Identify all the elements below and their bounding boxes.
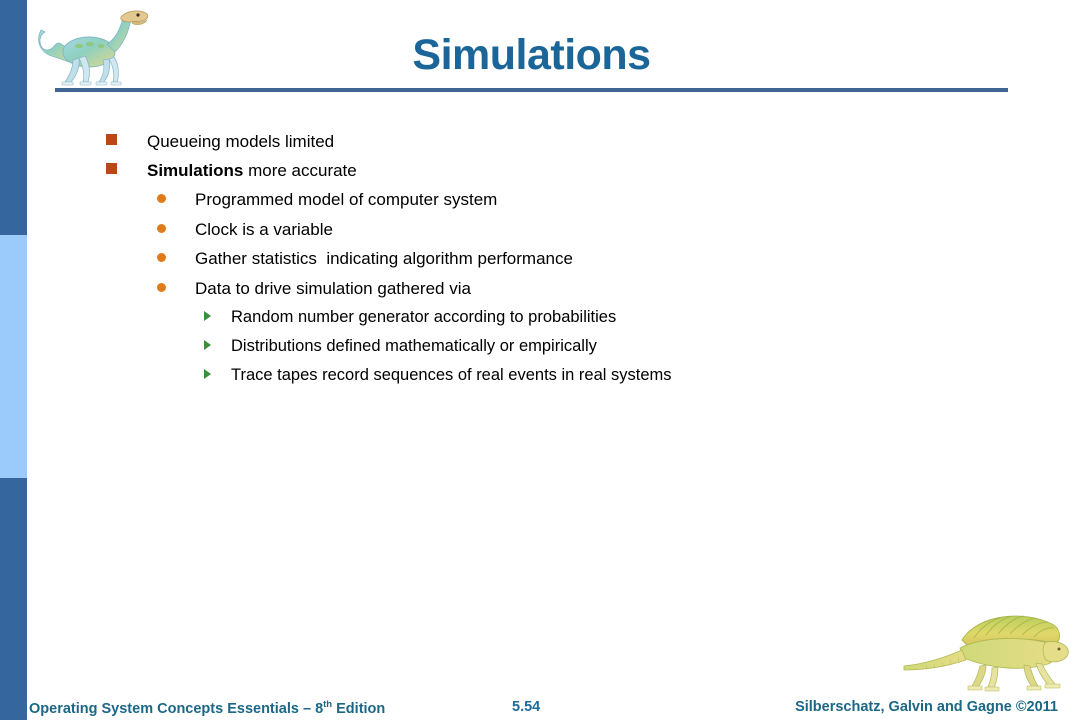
square-bullet-icon xyxy=(106,134,117,145)
list-item-label: Simulations more accurate xyxy=(147,161,357,181)
slide-body-bullet-list: Queueing models limited Simulations more… xyxy=(0,132,1080,395)
triangle-bullet-icon xyxy=(204,369,211,379)
list-item: Clock is a variable xyxy=(0,220,1080,250)
circle-bullet-icon xyxy=(157,223,166,233)
list-item: Queueing models limited xyxy=(0,132,1080,161)
footer-book-prefix: Operating System Concepts Essentials – 8 xyxy=(29,700,324,717)
triangle-bullet-icon xyxy=(204,340,211,350)
footer-book-suffix: Edition xyxy=(332,700,386,717)
list-item: Simulations more accurate xyxy=(0,161,1080,190)
page-title: Simulations xyxy=(412,31,651,79)
list-item: Data to drive simulation gathered via xyxy=(0,279,1080,309)
dimetrodon-illustration-icon xyxy=(903,615,1069,692)
sidebar-band-dark-bottom xyxy=(0,478,27,720)
title-underline-rule xyxy=(55,88,1008,92)
list-item-emphasis: Simulations xyxy=(147,161,244,180)
footer-book-title: Operating System Concepts Essentials – 8… xyxy=(29,699,385,717)
list-item-label: Random number generator according to pro… xyxy=(231,308,617,326)
footer-copyright: Silberschatz, Galvin and Gagne ©2011 xyxy=(795,699,1058,715)
circle-bullet-icon xyxy=(157,282,166,292)
list-item: Random number generator according to pro… xyxy=(0,308,1080,337)
circle-bullet-icon xyxy=(157,194,166,203)
list-item-label: Distributions defined mathematically or … xyxy=(231,337,597,355)
list-item: Trace tapes record sequences of real eve… xyxy=(0,366,1080,395)
list-item-label: Gather statistics indicating algorithm p… xyxy=(195,249,573,268)
list-item-label: Trace tapes record sequences of real eve… xyxy=(231,366,672,384)
triangle-bullet-icon xyxy=(204,311,211,321)
circle-bullet-icon xyxy=(157,253,166,262)
list-item: Distributions defined mathematically or … xyxy=(0,337,1080,366)
footer-book-ordinal: th xyxy=(323,699,333,710)
list-item-label: Programmed model of computer system xyxy=(195,190,498,209)
list-item-label: Data to drive simulation gathered via xyxy=(195,278,471,298)
footer-page-number: 5.54 xyxy=(512,699,541,715)
square-bullet-icon xyxy=(106,163,117,174)
list-item-rest: more accurate xyxy=(243,161,357,180)
list-item: Programmed model of computer system xyxy=(0,190,1080,220)
list-item: Gather statistics indicating algorithm p… xyxy=(0,249,1080,279)
list-item-label: Clock is a variable xyxy=(195,219,333,239)
list-item-label: Queueing models limited xyxy=(147,132,335,151)
